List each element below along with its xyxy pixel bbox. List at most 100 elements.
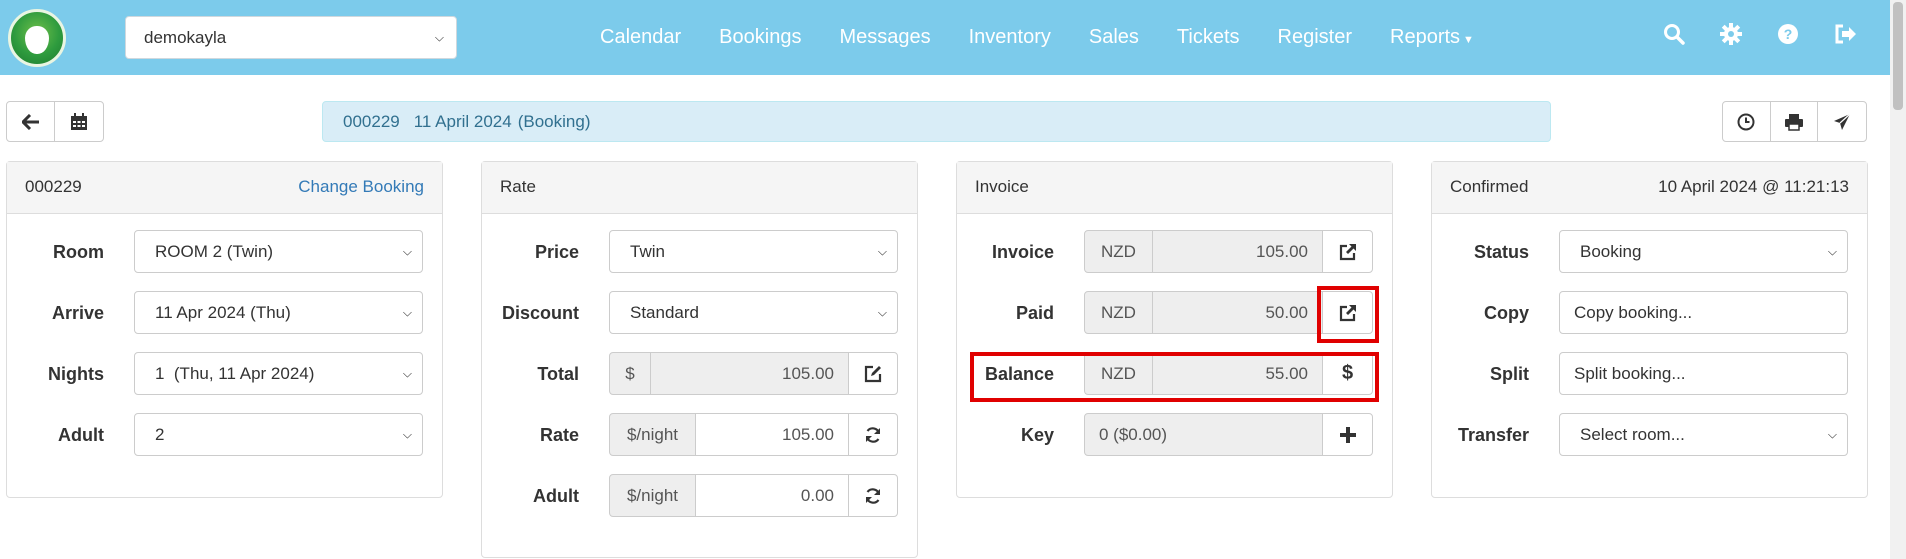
- nights-select[interactable]: 1 (Thu, 11 Apr 2024) ⌵: [134, 352, 423, 395]
- nav-register[interactable]: Register: [1278, 26, 1352, 49]
- edit-total-button[interactable]: [848, 352, 898, 395]
- transfer-row: Transfer Select room... ⌵: [1432, 405, 1867, 466]
- nights-value: 1 (Thu, 11 Apr 2024): [155, 364, 315, 383]
- adult-rate-unit-addon: $/night: [609, 474, 696, 517]
- status-panel: Confirmed 10 April 2024 @ 11:21:13 Statu…: [1431, 161, 1868, 498]
- price-value: Twin: [630, 242, 665, 261]
- booking-panel: 000229 Change Booking Room ROOM 2 (Twin)…: [6, 161, 443, 498]
- external-link-icon: [1339, 243, 1356, 260]
- confirmed-timestamp: 10 April 2024 @ 11:21:13: [1658, 177, 1849, 196]
- price-label: Price: [534, 242, 579, 262]
- open-invoice-button[interactable]: [1322, 230, 1373, 273]
- print-button[interactable]: [1771, 102, 1819, 141]
- chevron-down-icon: ⌵: [402, 305, 412, 319]
- calendar-icon: [71, 113, 87, 130]
- property-select-value: demokayla: [144, 28, 227, 47]
- nights-row: Nights 1 (Thu, 11 Apr 2024) ⌵: [7, 344, 442, 405]
- edit-icon: [864, 365, 882, 382]
- nav-tickets[interactable]: Tickets: [1177, 26, 1240, 49]
- calendar-button[interactable]: [55, 102, 103, 141]
- key-row: Key 0 ($0.00): [957, 405, 1392, 466]
- discount-value: Standard: [630, 303, 699, 322]
- nav-reports[interactable]: Reports ▼: [1390, 26, 1474, 49]
- booking-date: 11 April 2024: [413, 112, 512, 131]
- copy-booking-input[interactable]: Copy booking...: [1559, 291, 1848, 334]
- gear-icon[interactable]: [1719, 22, 1743, 46]
- nights-label: Nights: [48, 364, 104, 384]
- svg-text:?: ?: [1784, 26, 1793, 42]
- logo[interactable]: [8, 9, 66, 67]
- booking-title-bar: 000229 11 April 2024 (Booking): [322, 101, 1551, 142]
- plus-icon: [1339, 426, 1356, 443]
- split-booking-input[interactable]: Split booking...: [1559, 352, 1848, 395]
- search-icon[interactable]: [1662, 22, 1686, 46]
- adult-value: 2: [155, 425, 165, 444]
- booking-panel-number: 000229: [25, 177, 82, 196]
- top-navbar: demokayla ⌵ Calendar Bookings Messages I…: [0, 0, 1890, 75]
- paid-currency-addon: NZD: [1084, 291, 1153, 334]
- rate-panel: Rate Price Twin ⌵ Discount Standard ⌵ Tota…: [481, 161, 918, 558]
- status-select[interactable]: Booking ⌵: [1559, 230, 1848, 273]
- chevron-down-icon: ⌵: [1827, 427, 1837, 441]
- invoice-panel-header: Invoice: [957, 162, 1392, 214]
- total-field: 105.00: [650, 352, 849, 395]
- discount-select[interactable]: Standard ⌵: [609, 291, 898, 334]
- chevron-down-icon: ⌵: [402, 244, 412, 258]
- nav-button-group: [6, 101, 104, 142]
- rate-label: Rate: [539, 425, 579, 445]
- property-select[interactable]: demokayla ⌵: [125, 16, 457, 59]
- adult-select[interactable]: 2 ⌵: [134, 413, 423, 456]
- arrive-select[interactable]: 11 Apr 2024 (Thu) ⌵: [134, 291, 423, 334]
- rate-row: Rate $/night 105.00: [482, 405, 917, 466]
- status-panel-header: Confirmed 10 April 2024 @ 11:21:13: [1432, 162, 1867, 214]
- refresh-adult-rate-button[interactable]: [848, 474, 898, 517]
- price-select[interactable]: Twin ⌵: [609, 230, 898, 273]
- refresh-icon: [865, 426, 881, 443]
- scrollbar-thumb[interactable]: [1893, 2, 1903, 110]
- nav-messages[interactable]: Messages: [839, 26, 930, 49]
- back-button[interactable]: [7, 102, 55, 141]
- change-booking-link[interactable]: Change Booking: [298, 177, 424, 198]
- transfer-value: Select room...: [1580, 425, 1685, 444]
- paid-label: Paid: [1015, 303, 1054, 323]
- transfer-select[interactable]: Select room... ⌵: [1559, 413, 1848, 456]
- arrive-label: Arrive: [51, 303, 104, 323]
- chevron-down-icon: ⌵: [434, 30, 444, 44]
- add-key-button[interactable]: [1322, 413, 1373, 456]
- key-value: 0 ($0.00): [1084, 413, 1323, 456]
- refresh-icon: [865, 487, 881, 504]
- adult-row: Adult 2 ⌵: [7, 405, 442, 466]
- nav-inventory[interactable]: Inventory: [969, 26, 1051, 49]
- logo-mark: [25, 26, 49, 54]
- nav-bookings[interactable]: Bookings: [719, 26, 801, 49]
- nav-reports-label: Reports: [1390, 26, 1461, 48]
- total-label: Total: [537, 364, 579, 384]
- room-value: ROOM 2 (Twin): [155, 242, 274, 261]
- clock-icon: [1737, 113, 1755, 130]
- page-scrollbar[interactable]: [1890, 0, 1906, 559]
- price-row: Price Twin ⌵: [482, 222, 917, 283]
- transfer-label: Transfer: [1457, 425, 1529, 445]
- nav-sales[interactable]: Sales: [1089, 26, 1139, 49]
- help-icon[interactable]: ?: [1776, 22, 1800, 46]
- send-button[interactable]: [1818, 102, 1866, 141]
- status-value: Booking: [1580, 242, 1642, 261]
- tools-button-group: [1722, 101, 1867, 142]
- refresh-rate-button[interactable]: [848, 413, 898, 456]
- history-button[interactable]: [1723, 102, 1771, 141]
- room-select[interactable]: ROOM 2 (Twin) ⌵: [134, 230, 423, 273]
- chevron-down-icon: ⌵: [402, 366, 412, 380]
- discount-label: Discount: [501, 303, 579, 323]
- nav-calendar[interactable]: Calendar: [600, 26, 681, 49]
- adult-rate-input[interactable]: 0.00: [695, 474, 849, 517]
- invoice-currency-addon: NZD: [1084, 230, 1153, 273]
- status-row: Status Booking ⌵: [1432, 222, 1867, 283]
- total-currency-addon: $: [609, 352, 651, 395]
- confirmed-label: Confirmed: [1450, 177, 1529, 196]
- nav-icons: ?: [1662, 22, 1890, 46]
- status-label: Status: [1473, 242, 1529, 262]
- invoice-amount: 105.00: [1152, 230, 1323, 273]
- logout-icon[interactable]: [1833, 22, 1857, 46]
- rate-input[interactable]: 105.00: [695, 413, 849, 456]
- invoice-label: Invoice: [991, 242, 1054, 262]
